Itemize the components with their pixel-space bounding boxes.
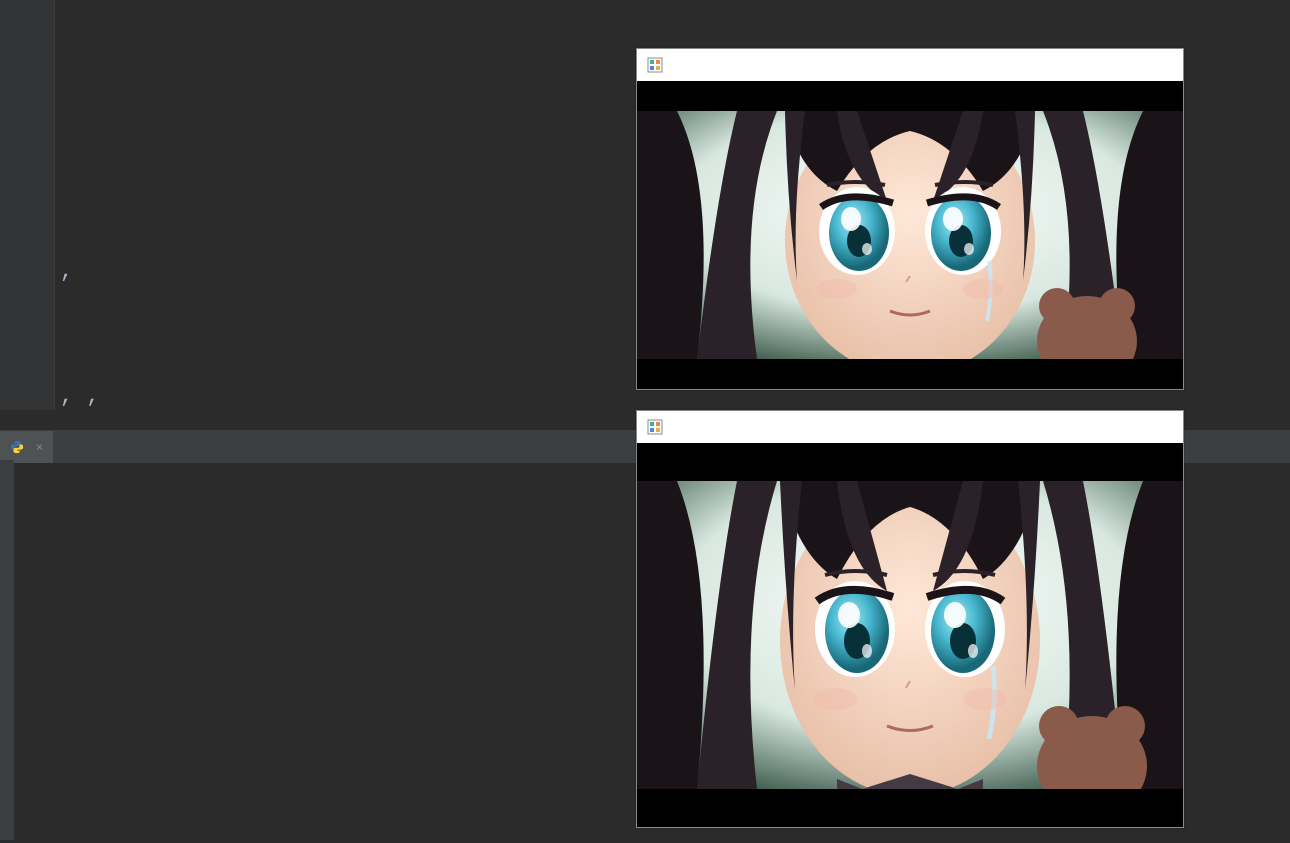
close-icon[interactable]: ×	[36, 440, 43, 454]
code-line: , ,	[60, 384, 113, 409]
python-icon	[10, 440, 24, 454]
video-window-remote[interactable]	[636, 48, 1184, 390]
code-line: ,	[60, 259, 100, 284]
video-frame-image	[637, 111, 1183, 359]
video-frame-image	[637, 481, 1183, 789]
code-line	[60, 301, 73, 326]
video-content-you	[637, 443, 1183, 827]
window-app-icon	[647, 57, 663, 73]
run-tab-main[interactable]: ×	[0, 431, 53, 463]
window-titlebar[interactable]	[637, 411, 1183, 443]
editor-gutter	[0, 0, 55, 410]
video-content-remote	[637, 81, 1183, 389]
left-gutter-strip	[0, 460, 14, 840]
window-app-icon	[647, 419, 663, 435]
video-window-you[interactable]	[636, 410, 1184, 828]
window-titlebar[interactable]	[637, 49, 1183, 81]
